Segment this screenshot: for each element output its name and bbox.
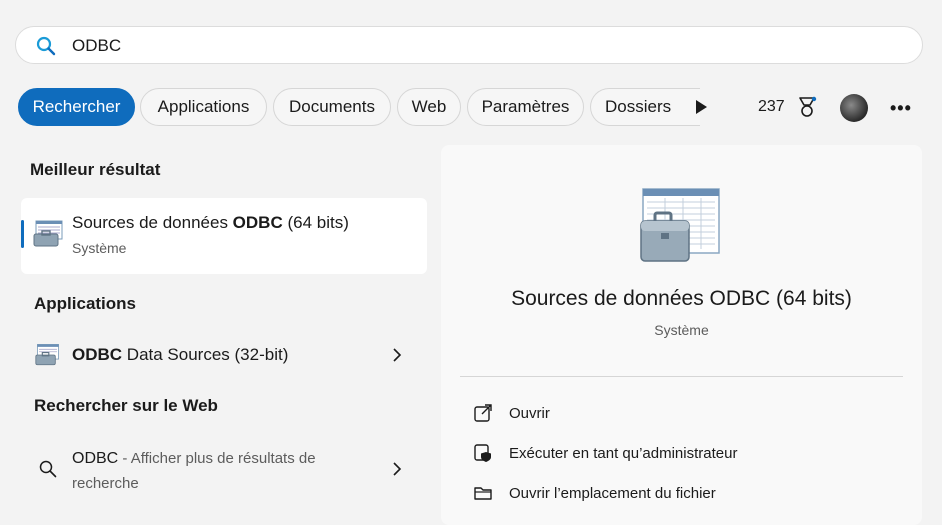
best-match-subtitle: Système — [72, 240, 127, 256]
search-input[interactable] — [70, 33, 874, 59]
odbc-app-icon — [35, 344, 59, 366]
user-avatar[interactable] — [840, 94, 868, 122]
app-item-title: ODBC Data Sources (32-bit) — [72, 345, 289, 364]
best-match-item[interactable]: Sources de données ODBC (64 bits) Systèm… — [21, 198, 427, 274]
action-run-as-admin[interactable]: Exécuter en tant qu’administrateur — [473, 441, 737, 465]
best-match-heading: Meilleur résultat — [30, 160, 161, 179]
tab-web[interactable]: Web — [397, 88, 461, 126]
action-run-as-admin-label: Exécuter en tant qu’administrateur — [509, 444, 738, 462]
odbc-app-large-icon — [640, 188, 720, 262]
web-search-text: ODBC - Afficher plus de résultats de rec… — [72, 450, 316, 492]
app-item-odbc-32[interactable]: ODBC Data Sources (32-bit) — [21, 338, 427, 372]
shield-admin-icon — [474, 444, 491, 462]
selection-indicator — [21, 220, 24, 248]
search-icon — [39, 460, 57, 478]
search-box[interactable] — [15, 26, 923, 64]
divider — [460, 376, 903, 377]
tab-documents[interactable]: Documents — [273, 88, 391, 126]
best-match-title: Sources de données ODBC (64 bits) — [72, 213, 349, 232]
odbc-app-icon — [33, 220, 63, 247]
tab-dossiers[interactable]: Dossiers — [590, 88, 700, 126]
tab-parametres[interactable]: Paramètres — [467, 88, 584, 126]
preview-subtitle: Système — [654, 322, 709, 338]
chevron-right-icon[interactable] — [392, 348, 402, 362]
rewards-points[interactable]: 237 — [758, 98, 785, 116]
action-open[interactable]: Ouvrir — [473, 401, 550, 425]
more-options-icon[interactable]: ••• — [890, 98, 912, 119]
rewards-medal-icon[interactable] — [795, 95, 819, 119]
open-external-icon — [474, 404, 492, 422]
tab-applications[interactable]: Applications — [140, 88, 267, 126]
web-search-heading: Rechercher sur le Web — [34, 396, 218, 415]
tab-rechercher[interactable]: Rechercher — [18, 88, 135, 126]
action-open-file-location-label: Ouvrir l’emplacement du fichier — [509, 484, 716, 502]
search-icon — [36, 36, 56, 56]
action-open-file-location[interactable]: Ouvrir l’emplacement du fichier — [473, 481, 716, 505]
action-open-label: Ouvrir — [509, 404, 550, 422]
preview-title: Sources de données ODBC (64 bits) — [511, 287, 852, 310]
web-search-item[interactable]: ODBC - Afficher plus de résultats de rec… — [21, 446, 427, 496]
chevron-right-icon[interactable] — [392, 462, 402, 476]
play-arrow-icon[interactable] — [692, 98, 710, 116]
folder-icon — [474, 487, 492, 500]
preview-pane: Sources de données ODBC (64 bits) Systèm… — [441, 145, 922, 525]
applications-heading: Applications — [34, 294, 137, 313]
